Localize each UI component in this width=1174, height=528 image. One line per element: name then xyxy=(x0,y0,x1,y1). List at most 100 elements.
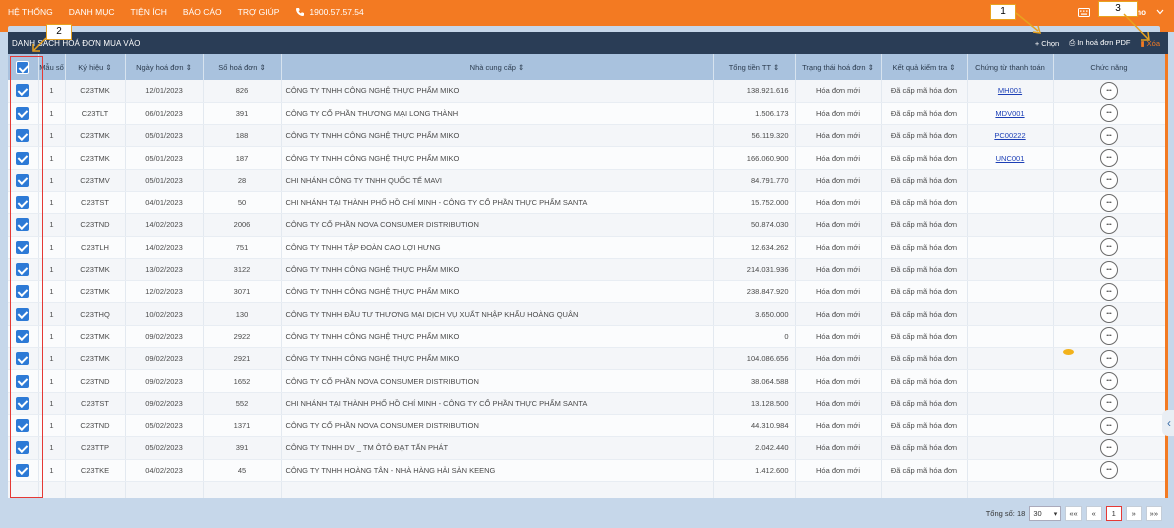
row-select-cell[interactable] xyxy=(8,325,39,349)
row-select-cell[interactable] xyxy=(8,302,39,326)
cell-chuc-nang[interactable]: ••• xyxy=(1053,258,1165,282)
row-select-cell[interactable] xyxy=(8,258,39,282)
hotline[interactable]: 1900.57.57.54 xyxy=(295,7,379,17)
row-checkbox[interactable] xyxy=(16,240,30,254)
menu-item-tien-ich[interactable]: TIỆN ÍCH xyxy=(131,7,167,17)
table-row[interactable]: 1 C23TLH 14/02/2023 751 CÔNG TY TNHH TẬP ĐOÀ… xyxy=(8,236,1165,259)
payment-document-link[interactable]: MH001 xyxy=(998,86,1022,95)
more-options-button[interactable]: ••• xyxy=(1100,305,1118,324)
more-options-button[interactable]: ••• xyxy=(1100,394,1118,413)
table-row[interactable]: 1 C23TTP 05/02/2023 391 CÔNG TY TNHH DV _ TM… xyxy=(8,436,1165,460)
table-row[interactable]: 1 C23TND 14/02/2023 2006 CÔNG TY CỔ PHẦN NOV… xyxy=(8,213,1165,237)
row-select-cell[interactable] xyxy=(8,436,39,460)
current-page-button[interactable]: 1 xyxy=(1105,506,1122,521)
table-row[interactable]: 1 C23TKE 04/02/2023 45 CÔNG TY TNHH HOÀNG TÂ… xyxy=(8,459,1165,482)
table-row[interactable]: 1 C23TST 09/02/2023 552 CHI NHÁNH TẠI THÀNH … xyxy=(8,392,1165,415)
row-checkbox[interactable] xyxy=(16,441,30,455)
table-row[interactable]: 1 C23TMK 05/01/2023 187 CÔNG TY TNHH CÔNG NG… xyxy=(8,146,1165,170)
cell-chung-tu[interactable]: UNC001 xyxy=(967,146,1054,170)
row-checkbox[interactable] xyxy=(16,196,30,210)
row-select-cell[interactable] xyxy=(8,124,39,148)
row-select-cell[interactable] xyxy=(8,236,39,259)
menu-item-tro-giup[interactable]: TRỢ GIÚP xyxy=(238,7,280,17)
row-select-cell[interactable] xyxy=(8,169,39,192)
row-select-cell[interactable] xyxy=(8,80,39,103)
row-select-cell[interactable] xyxy=(8,280,39,304)
cell-chuc-nang[interactable]: ••• xyxy=(1053,80,1165,103)
row-checkbox[interactable] xyxy=(16,329,30,343)
row-checkbox[interactable] xyxy=(16,106,30,120)
table-row[interactable]: 1 C23TMK 05/01/2023 188 CÔNG TY TNHH CÔNG NG… xyxy=(8,124,1165,148)
cell-chuc-nang[interactable]: ••• xyxy=(1053,280,1165,304)
payment-document-link[interactable]: MDV001 xyxy=(995,109,1024,118)
page-size-select[interactable]: 30 ▾ xyxy=(1029,506,1062,521)
more-options-button[interactable]: ••• xyxy=(1100,126,1118,145)
cell-chung-tu[interactable]: MDV001 xyxy=(967,102,1054,126)
cell-chuc-nang[interactable]: ••• xyxy=(1053,369,1165,393)
cell-chuc-nang[interactable]: ••• xyxy=(1053,191,1165,215)
more-options-button[interactable]: ••• xyxy=(1100,282,1118,301)
row-checkbox[interactable] xyxy=(16,352,30,366)
row-checkbox[interactable] xyxy=(16,307,30,321)
side-panel-toggle[interactable]: ‹ xyxy=(1162,410,1174,436)
row-select-cell[interactable] xyxy=(8,213,39,237)
payment-document-link[interactable]: UNC001 xyxy=(996,154,1025,163)
more-options-button[interactable]: ••• xyxy=(1100,349,1118,368)
cell-chung-tu[interactable]: PC00222 xyxy=(967,124,1054,148)
cell-chuc-nang[interactable]: ••• xyxy=(1053,213,1165,237)
cell-chuc-nang[interactable]: ••• xyxy=(1053,102,1165,126)
row-select-cell[interactable] xyxy=(8,414,39,438)
more-options-button[interactable]: ••• xyxy=(1100,81,1118,100)
table-row[interactable]: 1 C23TMV 05/01/2023 28 CHI NHÁNH CÔNG TY TNH… xyxy=(8,169,1165,192)
next-page-button[interactable]: » xyxy=(1125,506,1142,521)
row-checkbox[interactable] xyxy=(16,129,30,143)
cell-chuc-nang[interactable]: ••• xyxy=(1053,325,1165,349)
col-header-tong[interactable]: Tổng tiền TT ⇕ xyxy=(713,54,796,80)
row-checkbox[interactable] xyxy=(16,285,30,299)
row-select-cell[interactable] xyxy=(8,191,39,215)
row-select-cell[interactable] xyxy=(8,459,39,482)
cell-chuc-nang[interactable]: ••• xyxy=(1053,146,1165,170)
menu-item-bao-cao[interactable]: BÁO CÁO xyxy=(183,7,222,17)
more-options-button[interactable]: ••• xyxy=(1100,171,1118,190)
print-pdf-button[interactable]: ⎙ In hoá đơn PDF xyxy=(1069,38,1130,48)
cell-chuc-nang[interactable]: ••• xyxy=(1053,236,1165,259)
more-options-button[interactable]: ••• xyxy=(1100,416,1118,435)
chevron-down-icon[interactable] xyxy=(1156,9,1164,15)
row-checkbox[interactable] xyxy=(16,218,30,232)
more-options-button[interactable]: ••• xyxy=(1100,327,1118,346)
prev-page-button[interactable]: « xyxy=(1085,506,1102,521)
row-checkbox[interactable] xyxy=(16,396,30,410)
cell-chuc-nang[interactable]: ••• xyxy=(1053,459,1165,482)
more-options-button[interactable]: ••• xyxy=(1100,372,1118,390)
menu-item-he-thong[interactable]: HỆ THỐNG xyxy=(8,7,53,17)
table-row[interactable]: 1 C23TND 05/02/2023 1371 CÔNG TY CỔ PHẦN NOV… xyxy=(8,414,1165,438)
more-options-button[interactable]: ••• xyxy=(1100,238,1118,257)
col-header-ngay[interactable]: Ngày hoá đơn ⇕ xyxy=(125,54,204,80)
more-options-button[interactable]: ••• xyxy=(1100,260,1118,279)
more-options-button[interactable]: ••• xyxy=(1100,193,1118,212)
table-row[interactable]: 1 C23TMK 09/02/2023 2921 CÔNG TY TNHH CÔNG N… xyxy=(8,347,1165,371)
row-checkbox[interactable] xyxy=(16,173,30,187)
table-row[interactable]: 1 C23THQ 10/02/2023 130 CÔNG TY TNHH ĐẦU TƯ … xyxy=(8,302,1165,326)
row-select-cell[interactable] xyxy=(8,146,39,170)
more-options-button[interactable]: ••• xyxy=(1100,104,1118,123)
last-page-button[interactable]: »» xyxy=(1145,506,1162,521)
row-select-cell[interactable] xyxy=(8,347,39,371)
select-all-header[interactable] xyxy=(8,54,39,80)
more-options-button[interactable]: ••• xyxy=(1100,149,1118,168)
col-header-ncc[interactable]: Nhà cung cấp ⇕ xyxy=(281,54,714,80)
cell-chuc-nang[interactable]: ••• xyxy=(1053,436,1165,460)
table-row[interactable]: 1 C23TND 09/02/2023 1652 CÔNG TY CỔ PHẦN NOV… xyxy=(8,369,1165,393)
cell-chung-tu[interactable]: MH001 xyxy=(967,80,1054,103)
cell-chuc-nang[interactable]: ••• xyxy=(1053,414,1165,438)
table-row[interactable]: 1 C23TMK 13/02/2023 3122 CÔNG TY TNHH CÔNG N… xyxy=(8,258,1165,282)
row-checkbox[interactable] xyxy=(16,374,30,388)
col-header-trang-thai[interactable]: Trạng thái hoá đơn ⇕ xyxy=(795,54,882,80)
first-page-button[interactable]: «« xyxy=(1065,506,1082,521)
table-row[interactable]: 1 C23TMK 12/02/2023 3071 CÔNG TY TNHH CÔNG N… xyxy=(8,280,1165,304)
payment-document-link[interactable]: PC00222 xyxy=(994,131,1025,140)
col-header-ky-hieu[interactable]: Ký hiệu ⇕ xyxy=(65,54,126,80)
table-row[interactable]: 1 C23TMK 12/01/2023 826 CÔNG TY TNHH CÔNG NG… xyxy=(8,80,1165,103)
row-select-cell[interactable] xyxy=(8,102,39,126)
